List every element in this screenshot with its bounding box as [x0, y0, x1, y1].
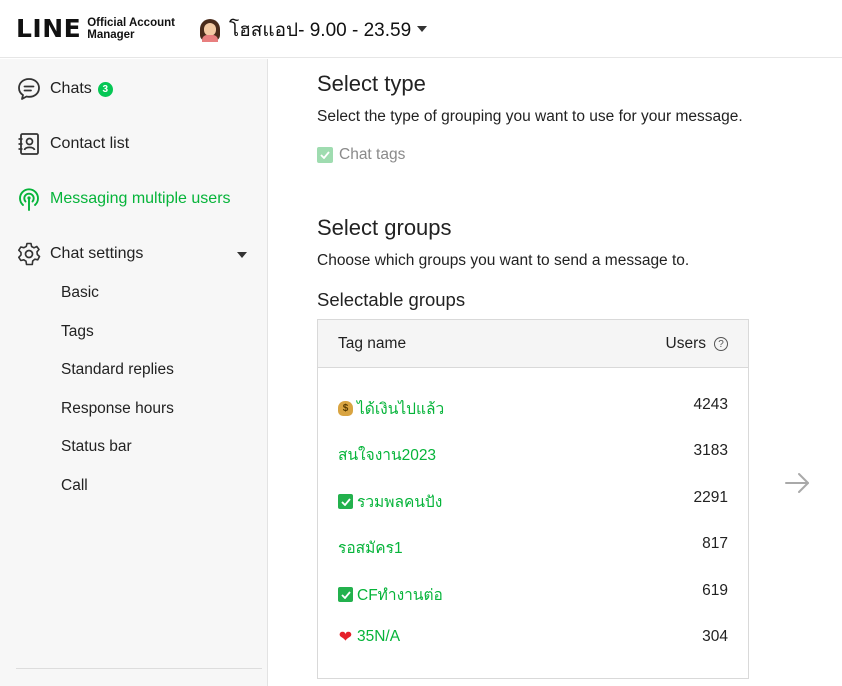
sidebar-item-chat-settings[interactable]: Chat settings [16, 241, 143, 267]
sidebar-subitem-tags[interactable]: Tags [61, 323, 94, 341]
sidebar-subitem-standard-replies[interactable]: Standard replies [61, 361, 174, 379]
contact-book-icon [18, 133, 39, 155]
user-count: 304 [702, 628, 728, 645]
check-mark-icon [338, 587, 353, 602]
chevron-down-icon [417, 26, 428, 32]
table-row[interactable]: รวมพลคนปัง 2291 [318, 484, 748, 514]
account-name: โฮสแอป- 9.00 - 23.59 [229, 20, 412, 41]
table-header: Tag name Users ? [318, 320, 748, 368]
sidebar-item-label: Messaging multiple users [50, 190, 231, 207]
sidebar-divider [16, 668, 262, 669]
column-header-users[interactable]: Users ? [666, 335, 728, 353]
line-oa-logo[interactable]: LINE Official Account Manager [16, 14, 175, 43]
user-count: 4243 [693, 396, 728, 413]
tag-name: 35N/A [357, 628, 401, 645]
tag-name: ได้เงินไปแล้ว [357, 401, 445, 418]
money-bag-icon: $ [338, 401, 353, 416]
chat-tags-option[interactable]: Chat tags [317, 146, 405, 164]
tag-name: รอสมัคร1 [338, 540, 403, 557]
user-count: 619 [702, 582, 728, 599]
select-groups-title: Select groups [317, 215, 452, 240]
chat-tags-label: Chat tags [339, 146, 406, 163]
column-header-tag-name[interactable]: Tag name [338, 335, 406, 353]
table-row[interactable]: $ ได้เงินไปแล้ว 4243 [318, 391, 748, 421]
account-switcher[interactable]: โฮสแอป- 9.00 - 23.59 [199, 15, 428, 45]
chat-bubble-icon [18, 78, 40, 100]
logo-subtitle: Official Account Manager [87, 16, 175, 41]
table-row[interactable]: CFทำงานต่อ 619 [318, 577, 748, 607]
table-row[interactable]: รอสมัคร1 817 [318, 530, 748, 560]
sidebar-subitem-status-bar[interactable]: Status bar [61, 438, 132, 456]
sidebar-item-contact-list[interactable]: Contact list [16, 131, 129, 157]
user-count: 817 [702, 535, 728, 552]
logo-wordmark: LINE [16, 14, 82, 43]
table-row[interactable]: สนใจงาน2023 3183 [318, 437, 748, 467]
sidebar-item-chats[interactable]: Chats 3 [16, 76, 113, 102]
tag-name: รวมพลคนปัง [357, 494, 443, 511]
tag-name: สนใจงาน2023 [338, 447, 437, 464]
selectable-groups-table: Tag name Users ? $ ได้เงินไปแล้ว 4243 สน… [317, 319, 749, 679]
tag-name: CFทำงานต่อ [357, 587, 443, 604]
sidebar-subitem-response-hours[interactable]: Response hours [61, 400, 174, 418]
sidebar-item-label: Contact list [50, 135, 130, 152]
selectable-groups-title: Selectable groups [317, 289, 466, 310]
user-count: 2291 [693, 489, 728, 506]
user-count: 3183 [693, 442, 728, 459]
select-type-description: Select the type of grouping you want to … [317, 108, 743, 125]
sidebar: Chats 3 Contact list Messaging multiple … [0, 59, 268, 686]
sidebar-item-messaging-multiple-users[interactable]: Messaging multiple users [16, 186, 231, 212]
sidebar-item-label: Chat settings [50, 245, 144, 262]
check-mark-icon [338, 494, 353, 509]
gear-icon [18, 242, 41, 266]
table-row[interactable]: ❤ 35N/A 304 [318, 623, 748, 653]
avatar [199, 18, 221, 42]
sidebar-subitem-basic[interactable]: Basic [61, 284, 99, 302]
sidebar-subitem-call[interactable]: Call [61, 477, 88, 495]
heart-icon: ❤ [338, 629, 353, 646]
unread-badge: 3 [97, 81, 113, 97]
chevron-down-icon[interactable] [237, 252, 247, 258]
broadcast-icon [19, 188, 39, 211]
help-icon[interactable]: ? [714, 337, 728, 351]
select-groups-description: Choose which groups you want to send a m… [317, 252, 690, 269]
sidebar-item-label: Chats [50, 80, 92, 97]
checkbox-checked-icon[interactable] [317, 147, 333, 163]
select-type-title: Select type [317, 71, 426, 96]
top-header: LINE Official Account Manager โฮสแอป- 9.… [0, 0, 842, 58]
arrow-right-icon[interactable] [783, 469, 811, 497]
